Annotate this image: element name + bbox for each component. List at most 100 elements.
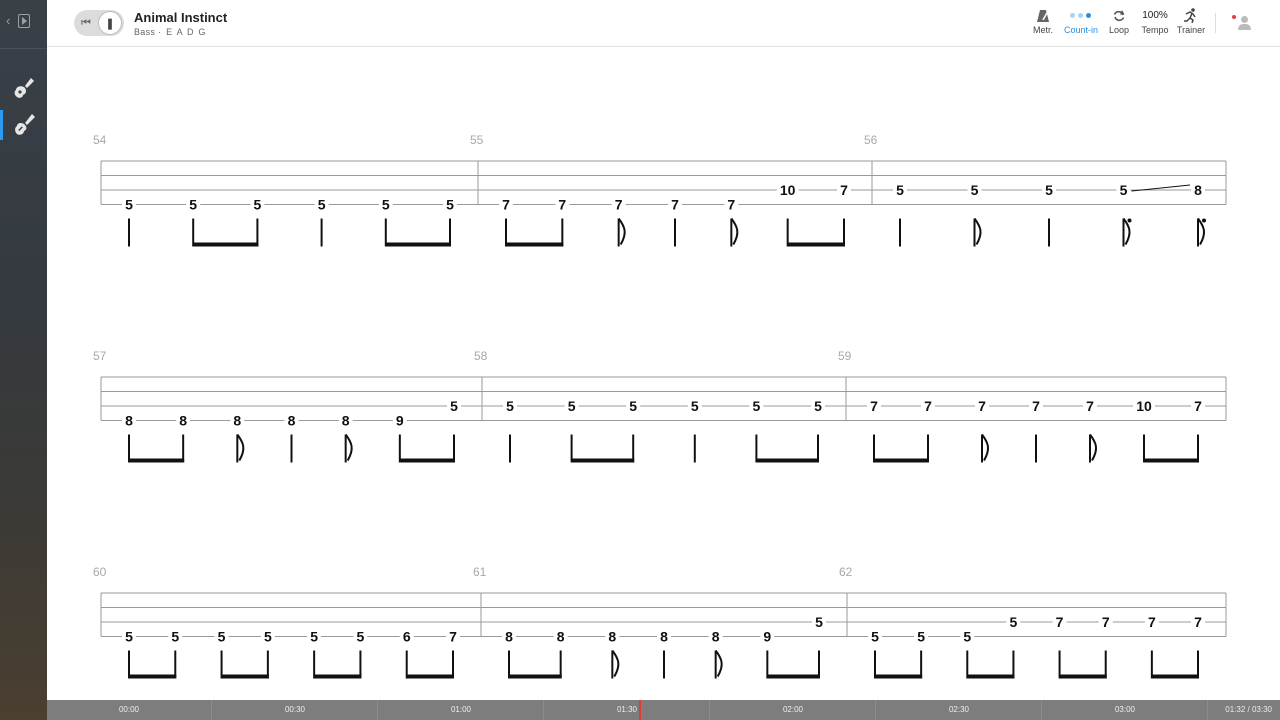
- guitar-icon: [14, 78, 34, 98]
- fret-number: 6: [403, 629, 411, 645]
- tab-system: 60 5 5 5 5 5 5 6 7 61 8 8 8 8 8 9 5 62 5 5 5 5 7 7 7 7: [93, 565, 1227, 679]
- sidebar-item-bass[interactable]: [0, 110, 47, 140]
- fret-number: 5: [629, 398, 637, 414]
- fret-number: 5: [1010, 614, 1018, 630]
- fret-number: 7: [449, 629, 457, 645]
- note-beam: [967, 674, 1015, 679]
- note-beam: [1059, 674, 1107, 679]
- sidebar-divider: [0, 48, 47, 49]
- fret-number: 9: [763, 629, 771, 645]
- fret-number: 8: [125, 413, 133, 429]
- fret-number: 7: [840, 182, 848, 198]
- fret-number: 7: [1032, 398, 1040, 414]
- note-beam: [193, 242, 259, 247]
- metronome-button[interactable]: Metr.: [1028, 8, 1058, 35]
- tempo-value: 100%: [1142, 10, 1168, 21]
- measure-number: 62: [839, 565, 853, 579]
- collapse-panel-icon[interactable]: [18, 14, 31, 28]
- note-beam: [314, 674, 362, 679]
- timeline-tick: 02:00: [711, 700, 876, 720]
- note-beam: [875, 674, 923, 679]
- note-beam: [506, 242, 564, 247]
- fret-number: 8: [505, 629, 513, 645]
- runner-icon: [1183, 8, 1199, 23]
- fret-number: 7: [615, 197, 623, 213]
- fret-number: 10: [1136, 398, 1152, 414]
- fret-number: 5: [1120, 182, 1128, 198]
- fret-number: 7: [1056, 614, 1064, 630]
- sidebar-item-guitar[interactable]: [0, 73, 47, 103]
- fret-number: 8: [288, 413, 296, 429]
- fret-number: 5: [218, 629, 226, 645]
- fret-number: 8: [1194, 182, 1202, 198]
- fret-number: 8: [179, 413, 187, 429]
- playhead[interactable]: [639, 700, 642, 720]
- play-button[interactable]: ❚: [98, 11, 122, 35]
- note-beam: [385, 242, 451, 247]
- separator-dot: ·: [158, 27, 162, 37]
- fret-number: 5: [963, 629, 971, 645]
- measure-number: 59: [838, 349, 852, 363]
- note-beam: [509, 674, 562, 679]
- app-window: ‹ ⏮ ❚ Animal Instinct Bass · E A D G Met…: [0, 0, 1280, 720]
- note-beam: [787, 242, 845, 247]
- fret-number: 5: [450, 398, 458, 414]
- time-readout: 01:32 / 03:30: [1225, 705, 1272, 714]
- timeline-tick: 03:00: [1043, 700, 1208, 720]
- trainer-button[interactable]: Trainer: [1176, 8, 1206, 35]
- count-in-icon: [1070, 8, 1092, 23]
- dot-mark: [1127, 218, 1132, 223]
- measure-number: 57: [93, 349, 107, 363]
- fret-number: 8: [557, 629, 565, 645]
- note-beam: [399, 458, 455, 463]
- fret-number: 7: [1194, 398, 1202, 414]
- loop-button[interactable]: Loop: [1104, 8, 1134, 35]
- fret-number: 7: [558, 197, 566, 213]
- fret-number: 9: [396, 413, 404, 429]
- measure-number: 54: [93, 133, 107, 147]
- fret-number: 8: [608, 629, 616, 645]
- track-info[interactable]: Bass · E A D G: [134, 27, 207, 37]
- loop-label: Loop: [1108, 25, 1130, 35]
- sidebar-nav: ‹: [6, 12, 31, 30]
- measure-number: 56: [864, 133, 878, 147]
- fret-number: 5: [814, 398, 822, 414]
- timeline-tick: 01:30: [545, 700, 710, 720]
- fret-number: 5: [1045, 182, 1053, 198]
- header-bar: ⏮ ❚ Animal Instinct Bass · E A D G Metr.…: [47, 0, 1280, 47]
- fret-number: 5: [446, 197, 454, 213]
- skip-back-icon[interactable]: ⏮: [74, 10, 98, 36]
- count-in-button[interactable]: Count-in: [1064, 8, 1098, 35]
- note-beam: [406, 674, 454, 679]
- fret-number: 5: [815, 614, 823, 630]
- toolbar: Metr. Count-in Loop 100% Tempo Trainer: [1028, 8, 1206, 35]
- note-beam: [756, 458, 819, 463]
- back-icon[interactable]: ‹: [6, 12, 10, 30]
- timeline-tick: 02:30: [877, 700, 1042, 720]
- timeline-bar[interactable]: 00:00 00:30 01:00 01:30 02:00 02:30 03:0…: [47, 700, 1280, 720]
- metronome-label: Metr.: [1032, 25, 1053, 35]
- note-beam: [571, 458, 635, 463]
- measure-number: 61: [473, 565, 487, 579]
- fret-number: 5: [318, 197, 326, 213]
- fret-number: 7: [1194, 614, 1202, 630]
- fret-number: 5: [310, 629, 318, 645]
- fret-number: 5: [382, 197, 390, 213]
- note-beam: [874, 458, 929, 463]
- fret-number: 5: [568, 398, 576, 414]
- fret-number: 7: [1148, 614, 1156, 630]
- note-beam: [129, 674, 177, 679]
- fret-number: 7: [924, 398, 932, 414]
- timeline-tick: 01:00: [379, 700, 544, 720]
- fret-number: 7: [502, 197, 510, 213]
- fret-number: 5: [171, 629, 179, 645]
- user-avatar[interactable]: [1232, 12, 1254, 34]
- bass-icon: [14, 114, 35, 135]
- note-beam: [767, 674, 820, 679]
- timeline-tick: 00:30: [213, 700, 378, 720]
- fret-number: 8: [660, 629, 668, 645]
- tempo-button[interactable]: 100% Tempo: [1140, 8, 1170, 35]
- fret-number: 10: [780, 182, 796, 198]
- fret-number: 8: [342, 413, 350, 429]
- header-divider: [1215, 13, 1216, 33]
